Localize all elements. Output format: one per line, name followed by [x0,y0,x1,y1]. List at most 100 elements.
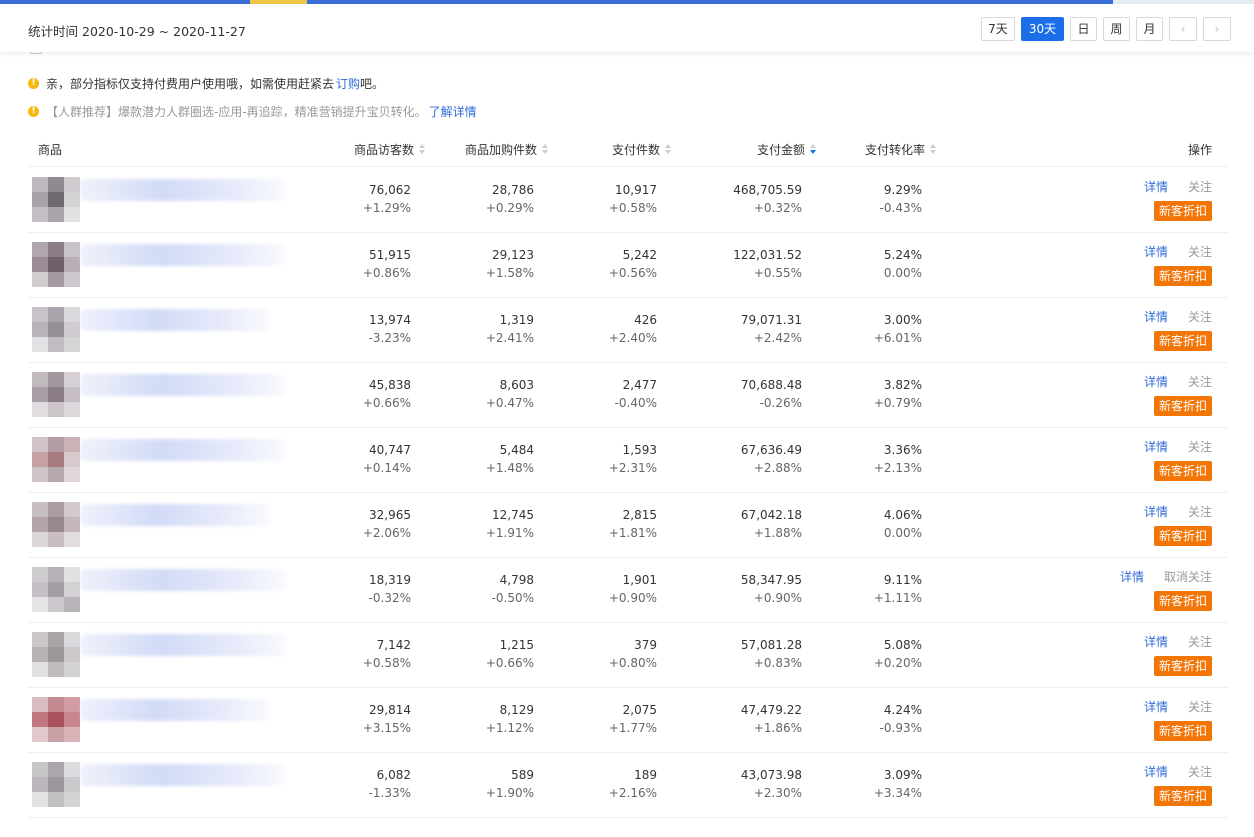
cart-value: 5,484 [499,443,534,457]
new-customer-discount-button[interactable]: 新客折扣 [1153,721,1212,741]
cart-value: 8,603 [499,378,534,392]
cell-amount: 79,071.31 +2.42% [698,311,802,347]
col-conversion-label: 支付转化率 [864,143,925,157]
new-customer-discount-button[interactable]: 新客折扣 [1153,396,1212,416]
follow-link[interactable]: 取消关注 [1164,568,1212,585]
follow-link[interactable]: 关注 [1188,633,1212,650]
product-title-blurred[interactable] [80,309,270,331]
table-row: 51,915 +0.86% 29,123 +1.58% 5,242 +0.56% 122,0… [28,232,1228,298]
cell-paid-items: 1,901 +0.90% [548,571,657,607]
product-thumbnail[interactable] [32,502,80,547]
detail-link[interactable]: 详情 [1144,178,1168,195]
detail-link[interactable]: 详情 [1144,243,1168,260]
detail-link[interactable]: 详情 [1144,503,1168,520]
subscribe-link[interactable]: 订购 [336,75,360,92]
product-title-blurred[interactable] [80,179,286,201]
row-actions: 详情 关注新客折扣 [1144,243,1212,286]
new-customer-discount-button[interactable]: 新客折扣 [1153,591,1212,611]
col-visitors-label: 商品访客数 [353,143,414,157]
product-title-blurred[interactable] [80,569,286,591]
product-thumbnail[interactable] [32,242,80,287]
table-row: 13,974 -3.23% 1,319 +2.41% 426 +2.40% 79,071.3… [28,297,1228,363]
new-customer-discount-button[interactable]: 新客折扣 [1153,656,1212,676]
cell-visitors: 45,838 +0.66% [308,376,411,412]
visitors-change: -0.32% [368,591,411,605]
product-thumbnail[interactable] [32,762,80,807]
detail-link[interactable]: 详情 [1144,763,1168,780]
product-title-blurred[interactable] [80,504,270,526]
col-cart[interactable]: 商品加购件数 [438,141,549,158]
new-customer-discount-button[interactable]: 新客折扣 [1153,201,1212,221]
visitors-change: -1.33% [368,786,411,800]
cell-conv: 3.09% +3.34% [828,766,922,802]
new-customer-discount-button[interactable]: 新客折扣 [1153,331,1212,351]
product-thumbnail[interactable] [32,437,80,482]
follow-link[interactable]: 关注 [1188,438,1212,455]
paid-items-change: -0.40% [614,396,657,410]
row-actions: 详情 关注新客折扣 [1144,308,1212,351]
cell-paid-items: 2,477 -0.40% [548,376,657,412]
new-customer-discount-button[interactable]: 新客折扣 [1153,786,1212,806]
amount-change: +0.83% [753,656,802,670]
follow-link[interactable]: 关注 [1188,503,1212,520]
cell-conv: 4.24% -0.93% [828,701,922,737]
col-conversion[interactable]: 支付转化率 [828,141,937,158]
period-day-button[interactable]: 日 [1070,17,1097,41]
detail-link[interactable]: 详情 [1144,633,1168,650]
detail-link[interactable]: 详情 [1120,568,1144,585]
detail-link[interactable]: 详情 [1144,308,1168,325]
col-paid-items[interactable]: 支付件数 [568,141,672,158]
visitors-change: +0.66% [362,396,411,410]
period-7d-button[interactable]: 7天 [981,17,1015,41]
amount-change: +2.42% [753,331,802,345]
follow-link[interactable]: 关注 [1188,243,1212,260]
product-thumbnail[interactable] [32,307,80,352]
row-actions-links: 详情 关注 [1144,763,1212,780]
cart-change: +2.41% [485,331,534,345]
product-thumbnail[interactable] [32,567,80,612]
col-paid-amount[interactable]: 支付金额 [708,141,817,158]
follow-link[interactable]: 关注 [1188,373,1212,390]
cart-value: 28,786 [492,183,534,197]
period-week-button[interactable]: 周 [1103,17,1130,41]
cart-change: +1.90% [485,786,534,800]
amount-value: 79,071.31 [740,313,802,327]
product-thumbnail[interactable] [32,632,80,677]
product-thumbnail[interactable] [32,177,80,222]
detail-link[interactable]: 详情 [1144,438,1168,455]
new-customer-discount-button[interactable]: 新客折扣 [1153,266,1212,286]
detail-link[interactable]: 详情 [1144,698,1168,715]
detail-link[interactable]: 详情 [1144,373,1168,390]
product-title-blurred[interactable] [80,764,286,786]
product-title-blurred[interactable] [80,374,286,396]
learn-more-link[interactable]: 了解详情 [429,103,477,120]
cell-amount: 58,347.95 +0.90% [698,571,802,607]
paid-items-change: +0.58% [608,201,657,215]
prev-period-button[interactable]: ‹ [1169,17,1197,41]
product-thumbnail[interactable] [32,697,80,742]
row-actions: 详情 关注新客折扣 [1144,763,1212,806]
period-30d-button[interactable]: 30天 [1021,17,1064,41]
table-row: 76,062 +1.29% 28,786 +0.29% 10,917 +0.58% 468,… [28,167,1228,233]
cell-visitors: 51,915 +0.86% [308,246,411,282]
new-customer-discount-button[interactable]: 新客折扣 [1153,526,1212,546]
product-thumbnail[interactable] [32,372,80,417]
period-month-button[interactable]: 月 [1136,17,1163,41]
next-period-button[interactable]: › [1203,17,1231,41]
product-title-blurred[interactable] [80,244,286,266]
col-visitors[interactable]: 商品访客数 [328,141,426,158]
follow-link[interactable]: 关注 [1188,763,1212,780]
follow-link[interactable]: 关注 [1188,178,1212,195]
product-title-blurred[interactable] [80,634,286,656]
product-title-blurred[interactable] [80,439,286,461]
product-title-blurred[interactable] [80,699,270,721]
follow-link[interactable]: 关注 [1188,308,1212,325]
conv-value: 9.29% [883,183,922,197]
follow-link[interactable]: 关注 [1188,698,1212,715]
conv-change: 0.00% [883,266,922,280]
cart-change: +1.12% [485,721,534,735]
new-customer-discount-button[interactable]: 新客折扣 [1153,461,1212,481]
cart-value: 12,745 [492,508,534,522]
row-actions: 详情 关注新客折扣 [1144,633,1212,676]
visitors-value: 32,965 [369,508,411,522]
